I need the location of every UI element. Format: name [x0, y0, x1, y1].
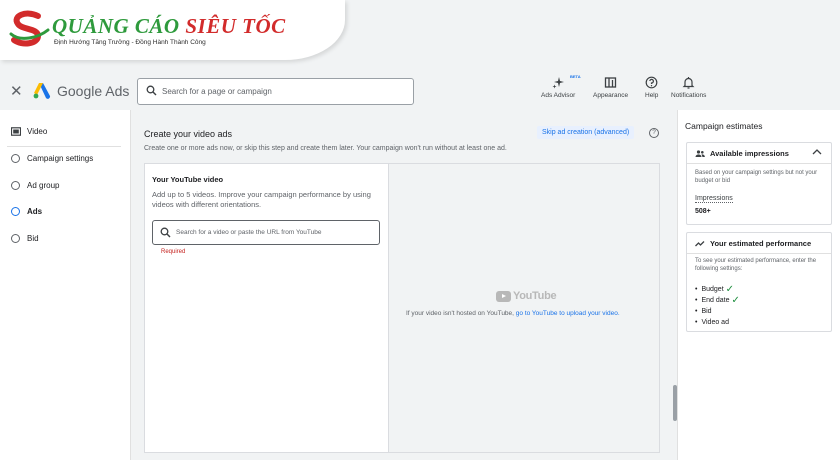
- youtube-video-title: Your YouTube video: [152, 175, 224, 184]
- brand-tagline: Định Hướng Tăng Trưởng - Đồng Hành Thành…: [54, 39, 206, 46]
- video-preview-panel: [389, 164, 659, 452]
- bell-icon: [682, 77, 695, 89]
- help-button[interactable]: Help: [645, 76, 658, 99]
- youtube-video-search-input[interactable]: Search for a video or paste the URL from…: [152, 220, 380, 245]
- search-icon: [146, 85, 157, 96]
- step-circle-icon: [11, 181, 20, 190]
- sidebar-item-ad-group[interactable]: Ad group: [11, 181, 59, 190]
- ads-advisor-button[interactable]: BETA Ads Advisor: [541, 74, 581, 99]
- available-impressions-card: Available impressions Based on your camp…: [686, 142, 832, 225]
- trending-up-icon: [695, 241, 705, 247]
- step-circle-icon: [11, 234, 20, 243]
- brand-logo-icon: [9, 10, 50, 47]
- divider: [687, 253, 831, 254]
- campaign-estimates-title: Campaign estimates: [685, 121, 763, 131]
- help-label: Help: [645, 92, 659, 99]
- required-error-text: Required: [161, 249, 186, 255]
- estimated-performance-header: Your estimated performance: [695, 239, 811, 248]
- impressions-note: Based on your campaign settings but not …: [695, 170, 818, 184]
- checkmark-icon: ✓: [731, 294, 740, 306]
- sidebar-item-label: Ad group: [27, 181, 60, 190]
- skip-ad-creation-button[interactable]: Skip ad creation (advanced): [537, 126, 635, 139]
- performance-note: To see your estimated performance, enter…: [695, 258, 817, 272]
- notifications-button[interactable]: Notifications: [671, 76, 706, 99]
- beta-badge: BETA: [570, 74, 581, 79]
- search-placeholder: Search for a page or campaign: [162, 87, 272, 96]
- youtube-logo: YouTube: [496, 290, 557, 302]
- ads-advisor-label: Ads Advisor: [541, 92, 576, 99]
- page-description: Create one or more ads now, or skip this…: [144, 145, 507, 152]
- google-ads-logo-icon: [33, 83, 51, 99]
- impressions-label: Impressions: [695, 195, 733, 203]
- page-title: Create your video ads: [144, 129, 233, 139]
- estimated-performance-heading: Your estimated performance: [710, 239, 812, 248]
- sparkle-icon: [552, 77, 564, 89]
- step-circle-icon: [11, 207, 20, 216]
- youtube-logo-text: YouTube: [513, 290, 557, 302]
- app-name: Google Ads: [57, 83, 130, 99]
- sidebar-item-label: Campaign settings: [27, 154, 94, 163]
- search-icon: [160, 227, 171, 238]
- search-input[interactable]: Search for a page or campaign: [137, 78, 414, 105]
- chevron-up-icon[interactable]: [812, 148, 822, 156]
- required-settings-list: Budget✓ End date✓ Bid Video ad: [695, 284, 740, 328]
- available-impressions-heading: Available impressions: [710, 149, 789, 158]
- sidebar-item-video[interactable]: Video: [11, 127, 47, 136]
- upload-message-text: If your video isn't hosted on YouTube,: [406, 310, 514, 317]
- list-item: Budget✓: [695, 284, 740, 295]
- available-impressions-header: Available impressions: [695, 149, 789, 158]
- list-item: Video ad: [695, 317, 740, 328]
- sidebar-item-bid[interactable]: Bid: [11, 234, 39, 243]
- sidebar-item-campaign-settings[interactable]: Campaign settings: [11, 154, 93, 163]
- help-icon: [645, 76, 658, 89]
- estimated-performance-card: Your estimated performance To see your e…: [686, 232, 832, 332]
- list-item: Bid: [695, 306, 740, 317]
- list-item: End date✓: [695, 294, 740, 306]
- checkmark-icon: ✓: [725, 283, 735, 295]
- impressions-value: 508+: [695, 208, 711, 215]
- brand-name: QUẢNG CÁO SIÊU TỐC: [52, 14, 286, 38]
- youtube-input-placeholder: Search for a video or paste the URL from…: [176, 229, 322, 236]
- upload-message: If your video isn't hosted on YouTube, g…: [406, 310, 620, 317]
- watermark-banner: QUẢNG CÁO SIÊU TỐC Định Hướng Tăng Trưởn…: [0, 0, 345, 60]
- appearance-button[interactable]: Appearance: [593, 76, 628, 99]
- divider: [687, 163, 831, 164]
- sidebar-item-ads[interactable]: Ads: [11, 207, 42, 216]
- step-circle-icon: [11, 154, 20, 163]
- help-icon[interactable]: ?: [649, 128, 659, 138]
- divider: [7, 146, 121, 147]
- video-icon: [11, 127, 21, 136]
- sidebar-item-label: Bid: [27, 234, 39, 243]
- sidebar-item-label: Ads: [27, 207, 43, 216]
- notifications-label: Notifications: [671, 92, 707, 99]
- close-icon[interactable]: ✕: [10, 82, 23, 100]
- youtube-play-icon: [496, 290, 511, 302]
- upload-to-youtube-link[interactable]: go to YouTube to upload your video.: [516, 310, 620, 317]
- sidebar-item-label: Video: [27, 127, 48, 136]
- appearance-icon: [604, 77, 617, 88]
- youtube-video-description: Add up to 5 videos. Improve your campaig…: [152, 190, 371, 209]
- people-icon: [695, 149, 705, 157]
- appearance-label: Appearance: [593, 92, 629, 99]
